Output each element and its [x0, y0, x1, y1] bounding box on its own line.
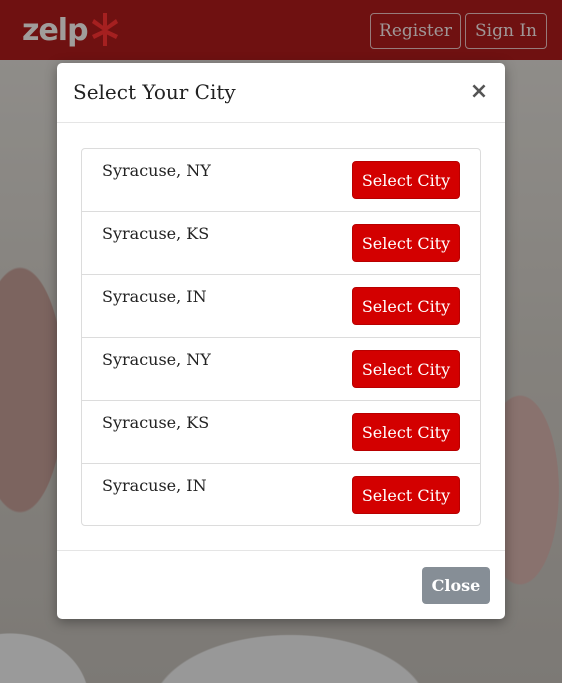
select-city-button[interactable]: Select City: [352, 287, 460, 325]
city-name: Syracuse, NY: [102, 350, 211, 369]
select-city-button[interactable]: Select City: [352, 476, 460, 514]
list-item: Syracuse, KS Select City: [82, 212, 480, 275]
city-name: Syracuse, IN: [102, 287, 207, 306]
select-city-modal: Select Your City × Syracuse, NY Select C…: [57, 63, 505, 619]
city-name: Syracuse, IN: [102, 476, 207, 495]
close-button[interactable]: Close: [422, 567, 490, 604]
modal-header: Select Your City ×: [57, 63, 505, 123]
modal-title: Select Your City: [73, 80, 236, 104]
close-icon[interactable]: ×: [467, 77, 491, 107]
list-item: Syracuse, IN Select City: [82, 464, 480, 525]
city-name: Syracuse, NY: [102, 161, 211, 180]
select-city-button[interactable]: Select City: [352, 350, 460, 388]
city-list: Syracuse, NY Select City Syracuse, KS Se…: [81, 148, 481, 526]
city-name: Syracuse, KS: [102, 224, 210, 243]
list-item: Syracuse, IN Select City: [82, 275, 480, 338]
modal-footer: Close: [57, 550, 505, 619]
list-item: Syracuse, NY Select City: [82, 149, 480, 212]
select-city-button[interactable]: Select City: [352, 224, 460, 262]
list-item: Syracuse, KS Select City: [82, 401, 480, 464]
select-city-button[interactable]: Select City: [352, 161, 460, 199]
list-item: Syracuse, NY Select City: [82, 338, 480, 401]
select-city-button[interactable]: Select City: [352, 413, 460, 451]
city-name: Syracuse, KS: [102, 413, 210, 432]
